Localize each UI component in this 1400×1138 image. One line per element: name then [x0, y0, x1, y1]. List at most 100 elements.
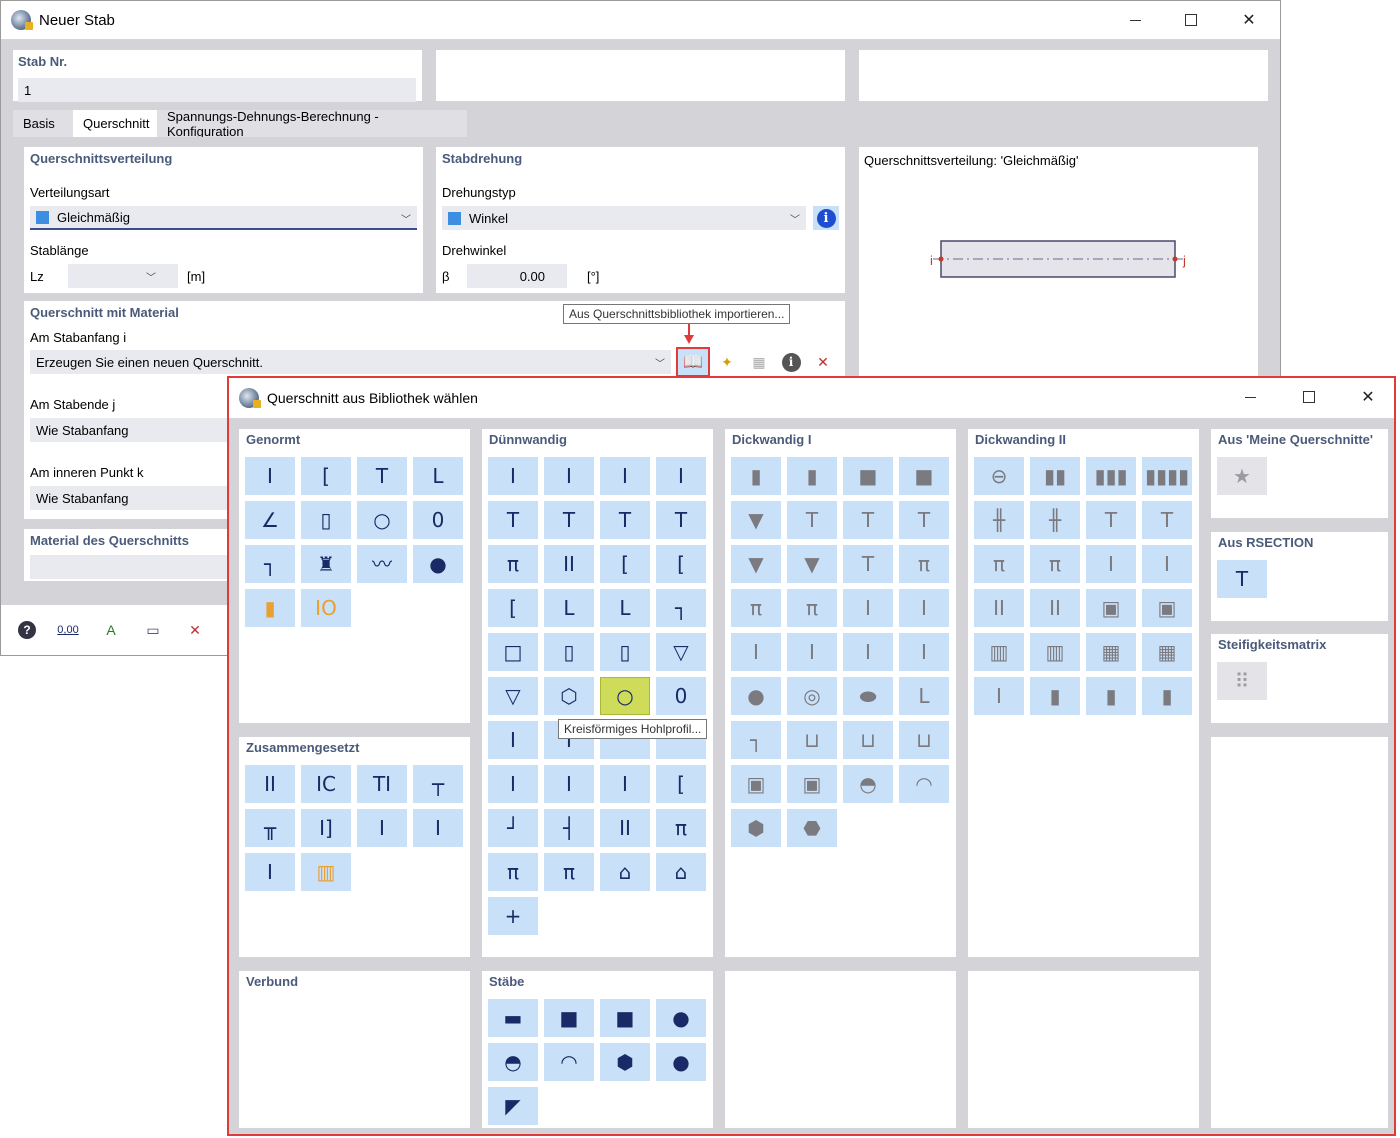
dickwandig1-section-type-button[interactable]: π — [899, 545, 949, 583]
start-section-select[interactable]: Erzeugen Sie einen neuen Querschnitt. ﹀ — [30, 350, 671, 374]
dickwandig1-section-type-button[interactable]: ⬣ — [787, 809, 837, 847]
dickwandig1-section-type-button[interactable]: I — [731, 633, 781, 671]
dickwandig2-section-type-button[interactable]: ▮ — [1030, 677, 1080, 715]
tab-spannungs-dehnungs[interactable]: Spannungs-Dehnungs-Berechnung - Konfigur… — [157, 109, 467, 139]
rotation-type-select[interactable]: Winkel ﹀ — [442, 206, 806, 230]
text-button[interactable]: A — [97, 617, 125, 643]
dickwandig2-section-type-button[interactable]: ▮▮▮▮ — [1142, 457, 1192, 495]
genormt-section-type-button[interactable]: ▯ — [301, 501, 351, 539]
dickwandig2-section-type-button[interactable]: II — [1030, 589, 1080, 627]
duennwandig-section-type-button[interactable]: I — [488, 721, 538, 759]
staebe-section-type-button[interactable]: ◤ — [488, 1087, 538, 1125]
staebe-section-type-button[interactable]: ⬢ — [600, 1043, 650, 1081]
staebe-section-type-button[interactable]: ● — [656, 999, 706, 1037]
dickwandig2-section-type-button[interactable]: I — [1142, 545, 1192, 583]
duennwandig-section-type-button[interactable]: [ — [656, 545, 706, 583]
duennwandig-section-type-button[interactable]: π — [488, 545, 538, 583]
duennwandig-section-type-button[interactable]: ┘ — [488, 809, 538, 847]
staebe-section-type-button[interactable]: ■ — [600, 999, 650, 1037]
rsection-section-type-button[interactable]: T — [1217, 560, 1267, 598]
dickwandig1-section-type-button[interactable]: I — [843, 589, 893, 627]
dialog-close-button[interactable]: ✕ — [1339, 378, 1397, 416]
duennwandig-section-type-button[interactable]: I — [656, 457, 706, 495]
dickwandig1-section-type-button[interactable]: ● — [731, 677, 781, 715]
dickwandig1-section-type-button[interactable]: T — [899, 501, 949, 539]
duennwandig-section-type-button[interactable]: ▽ — [488, 677, 538, 715]
duennwandig-section-type-button[interactable]: [ — [488, 589, 538, 627]
duennwandig-section-type-button[interactable]: [ — [600, 545, 650, 583]
dickwandig2-section-type-button[interactable]: ▣ — [1086, 589, 1136, 627]
genormt-section-type-button[interactable]: 〰 — [357, 545, 407, 583]
dickwandig1-section-type-button[interactable]: ▼ — [731, 501, 781, 539]
dickwandig1-section-type-button[interactable]: ▼ — [731, 545, 781, 583]
duennwandig-section-type-button[interactable]: ⌂ — [656, 853, 706, 891]
staebe-section-type-button[interactable]: ▬ — [488, 999, 538, 1037]
dickwandig2-section-type-button[interactable]: π — [1030, 545, 1080, 583]
dialog-minimize-button[interactable] — [1221, 378, 1279, 416]
dickwandig1-section-type-button[interactable]: T — [843, 501, 893, 539]
distribution-type-select[interactable]: Gleichmäßig ﹀ — [30, 206, 417, 230]
duennwandig-section-type-button[interactable]: I — [488, 457, 538, 495]
dialog-maximize-button[interactable] — [1280, 378, 1338, 416]
edit-section-button[interactable]: ▦ — [745, 349, 773, 375]
genormt-section-type-button[interactable]: ● — [413, 545, 463, 583]
duennwandig-section-type-button[interactable]: ○ — [600, 677, 650, 715]
dickwandig1-section-type-button[interactable]: ⊔ — [843, 721, 893, 759]
duennwandig-section-type-button[interactable]: □ — [488, 633, 538, 671]
dickwandig1-section-type-button[interactable]: ⬢ — [731, 809, 781, 847]
dickwandig1-section-type-button[interactable]: ■ — [843, 457, 893, 495]
tab-querschnitt[interactable]: Querschnitt — [73, 110, 157, 137]
dickwandig2-section-type-button[interactable]: T — [1086, 501, 1136, 539]
duennwandig-section-type-button[interactable]: ⌂ — [600, 853, 650, 891]
duennwandig-section-type-button[interactable]: ⬡ — [544, 677, 594, 715]
end-section-select[interactable]: Wie Stabanfang — [30, 418, 230, 442]
duennwandig-section-type-button[interactable]: ▯ — [544, 633, 594, 671]
duennwandig-section-type-button[interactable]: ┐ — [656, 589, 706, 627]
genormt-section-type-button[interactable]: [ — [301, 457, 351, 495]
info-button[interactable]: i — [813, 206, 839, 230]
zusammengesetzt-section-type-button[interactable]: ┬ — [413, 765, 463, 803]
duennwandig-section-type-button[interactable]: π — [488, 853, 538, 891]
genormt-section-type-button[interactable]: L — [413, 457, 463, 495]
dickwandig2-section-type-button[interactable]: ╫ — [974, 501, 1024, 539]
dickwandig2-section-type-button[interactable]: II — [974, 589, 1024, 627]
genormt-section-type-button[interactable]: I — [245, 457, 295, 495]
dickwandig2-section-type-button[interactable]: ▣ — [1142, 589, 1192, 627]
dickwandig2-section-type-button[interactable]: ▦ — [1086, 633, 1136, 671]
duennwandig-section-type-button[interactable]: [ — [656, 765, 706, 803]
inner-section-select[interactable]: Wie Stabanfang — [30, 486, 230, 510]
dickwandig1-section-type-button[interactable]: I — [843, 633, 893, 671]
staebe-section-type-button[interactable]: ◓ — [488, 1043, 538, 1081]
zusammengesetzt-section-type-button[interactable]: ▥ — [301, 853, 351, 891]
genormt-section-type-button[interactable]: 0 — [413, 501, 463, 539]
zusammengesetzt-section-type-button[interactable]: ╥ — [245, 809, 295, 847]
dickwandig1-section-type-button[interactable]: L — [899, 677, 949, 715]
genormt-section-type-button[interactable]: ▮ — [245, 589, 295, 627]
section-info-button[interactable]: i — [777, 349, 805, 375]
staebe-section-type-button[interactable]: ■ — [544, 999, 594, 1037]
duennwandig-section-type-button[interactable]: T — [544, 501, 594, 539]
dickwandig2-section-type-button[interactable]: ▮ — [1142, 677, 1192, 715]
length-input[interactable]: ﹀ — [68, 264, 178, 288]
zusammengesetzt-section-type-button[interactable]: I — [357, 809, 407, 847]
new-section-button[interactable]: ✦ — [713, 349, 741, 375]
dickwandig1-section-type-button[interactable]: ▣ — [787, 765, 837, 803]
dickwandig1-section-type-button[interactable]: π — [731, 589, 781, 627]
dickwandig1-section-type-button[interactable]: ▼ — [787, 545, 837, 583]
dickwandig2-section-type-button[interactable]: ▥ — [1030, 633, 1080, 671]
material-select[interactable] — [30, 555, 244, 579]
dickwandig1-section-type-button[interactable]: ▮ — [787, 457, 837, 495]
staebe-section-type-button[interactable]: ◠ — [544, 1043, 594, 1081]
minimize-button[interactable] — [1106, 1, 1164, 39]
dickwandig1-section-type-button[interactable]: ⬬ — [843, 677, 893, 715]
zusammengesetzt-section-type-button[interactable]: TI — [357, 765, 407, 803]
import-library-button[interactable]: 📖 — [676, 347, 710, 377]
duennwandig-section-type-button[interactable]: ▯ — [600, 633, 650, 671]
dickwandig1-section-type-button[interactable]: T — [843, 545, 893, 583]
dickwandig1-section-type-button[interactable]: ■ — [899, 457, 949, 495]
zusammengesetzt-section-type-button[interactable]: I] — [301, 809, 351, 847]
genormt-section-type-button[interactable]: ∠ — [245, 501, 295, 539]
genormt-section-type-button[interactable]: ○ — [357, 501, 407, 539]
dickwandig1-section-type-button[interactable]: ⊔ — [787, 721, 837, 759]
duennwandig-section-type-button[interactable]: I — [544, 457, 594, 495]
